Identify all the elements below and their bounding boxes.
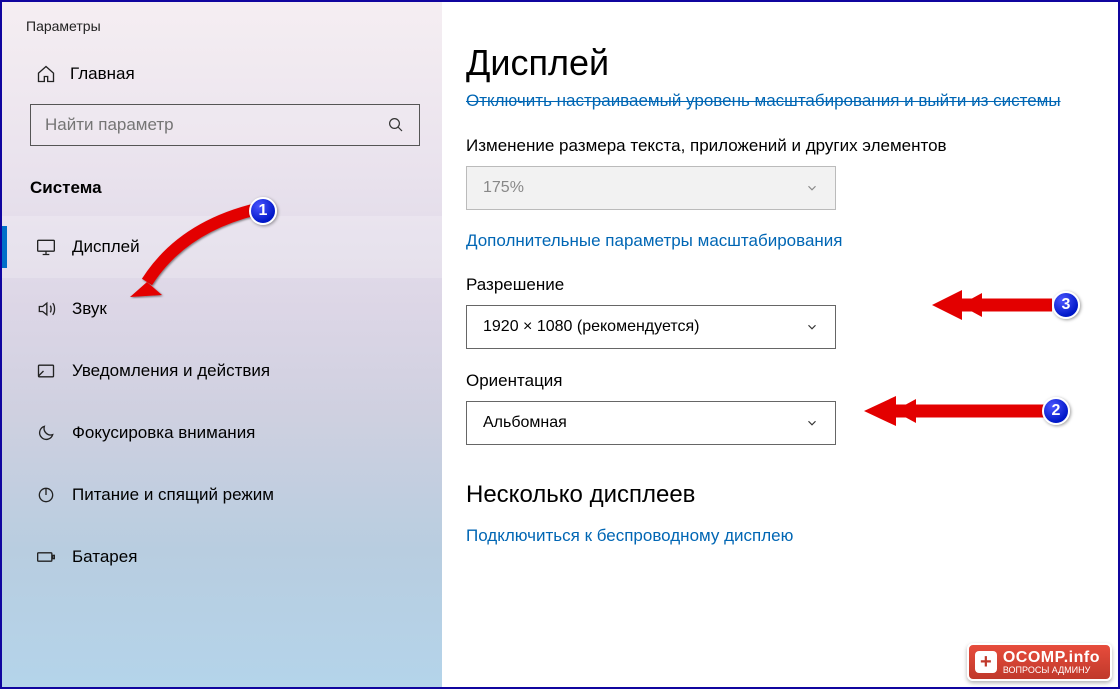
annotation-badge-3: 3 <box>1052 291 1080 319</box>
annotation-badge-1: 1 <box>249 197 277 225</box>
sidebar-item-label: Батарея <box>72 547 137 567</box>
dropdown-orientation[interactable]: Альбомная <box>466 401 836 445</box>
sidebar-item-display[interactable]: Дисплей <box>2 216 442 278</box>
dropdown-resolution-value: 1920 × 1080 (рекомендуется) <box>483 318 699 336</box>
sidebar-item-notifications[interactable]: Уведомления и действия <box>2 340 442 402</box>
sidebar-item-label: Фокусировка внимания <box>72 423 255 443</box>
watermark-badge: + OCOMP.info ВОПРОСЫ АДМИНУ <box>967 643 1112 681</box>
sidebar-item-label: Питание и спящий режим <box>72 485 274 505</box>
home-icon <box>36 64 56 84</box>
sidebar-item-power[interactable]: Питание и спящий режим <box>2 464 442 526</box>
annotation-badge-2: 2 <box>1042 397 1070 425</box>
sidebar-item-sound[interactable]: Звук <box>2 278 442 340</box>
display-icon <box>36 237 56 257</box>
search-icon <box>386 115 405 135</box>
chevron-down-icon <box>805 181 819 195</box>
label-orientation: Ориентация <box>466 371 1098 391</box>
settings-window: Параметры Главная Система <box>2 2 1118 687</box>
dropdown-orientation-value: Альбомная <box>483 414 567 432</box>
sidebar-item-battery[interactable]: Батарея <box>2 526 442 588</box>
sidebar-item-label: Уведомления и действия <box>72 361 270 381</box>
window-title: Параметры <box>2 12 442 44</box>
sound-icon <box>36 299 56 319</box>
sidebar-item-label: Дисплей <box>72 237 140 257</box>
page-title: Дисплей <box>466 42 1098 84</box>
chevron-down-icon <box>805 416 819 430</box>
content-pane: Дисплей Отключить настраиваемый уровень … <box>442 2 1118 687</box>
moon-icon <box>36 423 56 443</box>
battery-icon <box>36 547 56 567</box>
plus-icon: + <box>975 651 997 673</box>
chevron-down-icon <box>805 320 819 334</box>
label-resolution: Разрешение <box>466 275 1098 295</box>
label-scale: Изменение размера текста, приложений и д… <box>466 136 1098 156</box>
watermark-line2: ВОПРОСЫ АДМИНУ <box>1003 665 1100 675</box>
sidebar-item-focus[interactable]: Фокусировка внимания <box>2 402 442 464</box>
section-header: Система <box>2 154 442 208</box>
nav-list: Дисплей Звук Уведомления и действия <box>2 216 442 588</box>
heading-multiple-displays: Несколько дисплеев <box>466 481 1098 509</box>
nav-home-label: Главная <box>70 64 135 84</box>
dropdown-scale[interactable]: 175% <box>466 166 836 210</box>
watermark-line1: OCOMP.info <box>1003 649 1100 666</box>
dropdown-resolution[interactable]: 1920 × 1080 (рекомендуется) <box>466 305 836 349</box>
link-wireless-display[interactable]: Подключиться к беспроводному дисплею <box>466 523 1098 549</box>
search-input[interactable] <box>45 115 386 135</box>
search-box[interactable] <box>30 104 420 146</box>
sidebar-item-label: Звук <box>72 299 107 319</box>
sidebar: Параметры Главная Система <box>2 2 442 687</box>
link-advanced-scaling[interactable]: Дополнительные параметры масштабирования <box>466 228 842 254</box>
power-icon <box>36 485 56 505</box>
link-disable-custom-scaling[interactable]: Отключить настраиваемый уровень масштаби… <box>466 88 1098 114</box>
nav-home[interactable]: Главная <box>2 44 442 98</box>
dropdown-scale-value: 175% <box>483 179 524 197</box>
notifications-icon <box>36 361 56 381</box>
